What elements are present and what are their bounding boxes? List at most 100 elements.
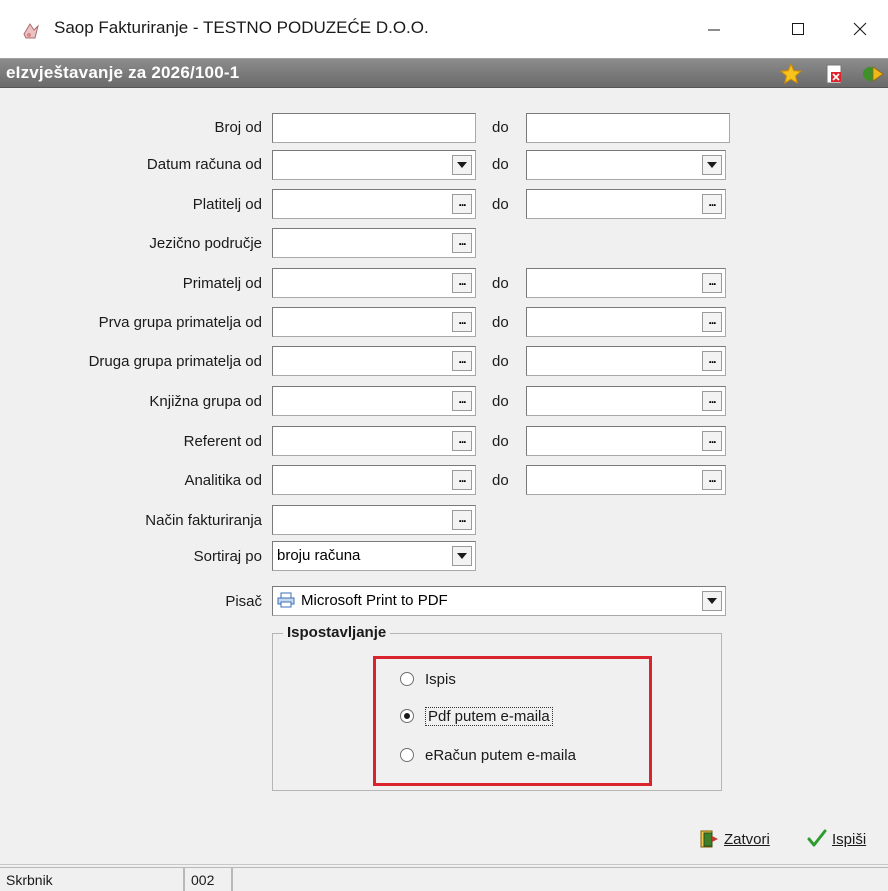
primatelj-do-browse-button[interactable]: ...	[702, 273, 722, 293]
prva-grupa-od-input[interactable]: ...	[272, 307, 476, 337]
chevron-down-icon	[707, 598, 717, 604]
exit-door-icon	[700, 830, 718, 848]
label-do: do	[492, 196, 509, 213]
label-do: do	[492, 156, 509, 173]
printer-icon	[277, 592, 295, 608]
label-knjizna-grupa-od: Knjižna grupa od	[149, 393, 262, 410]
label-analitika-od: Analitika od	[184, 472, 262, 489]
report-title: eIzvještavanje za 2026/100-1	[6, 63, 240, 82]
label-do: do	[492, 314, 509, 331]
chevron-down-icon	[457, 162, 467, 168]
label-sortiraj-po: Sortiraj po	[193, 548, 262, 565]
close-button[interactable]: Zatvori	[698, 827, 770, 851]
broj-od-input[interactable]	[272, 113, 476, 143]
jezicno-podrucje-input[interactable]: ...	[272, 228, 476, 258]
status-code: 002	[184, 867, 232, 891]
knjizna-grupa-do-input[interactable]: ...	[526, 386, 726, 416]
broj-do-input[interactable]	[526, 113, 730, 143]
radio-button[interactable]	[400, 748, 414, 762]
primatelj-od-browse-button[interactable]: ...	[452, 273, 472, 293]
star-icon[interactable]	[779, 62, 803, 86]
platitelj-od-browse-button[interactable]: ...	[452, 194, 472, 214]
run-icon[interactable]	[861, 62, 885, 86]
chevron-down-icon	[707, 162, 717, 168]
platitelj-do-input[interactable]: ...	[526, 189, 726, 219]
datum-od-dropdown-button[interactable]	[452, 155, 472, 175]
primatelj-od-input[interactable]: ...	[272, 268, 476, 298]
knjizna-grupa-od-browse-button[interactable]: ...	[452, 391, 472, 411]
referent-od-input[interactable]: ...	[272, 426, 476, 456]
label-nacin-fakturiranja: Način fakturiranja	[145, 512, 262, 529]
delete-report-icon[interactable]	[822, 62, 846, 86]
radio-pdf-email[interactable]: Pdf putem e-maila	[400, 706, 553, 726]
window-title: Saop Fakturiranje - TESTNO PODUZEĆE D.O.…	[54, 18, 429, 37]
knjizna-grupa-od-input[interactable]: ...	[272, 386, 476, 416]
druga-grupa-od-input[interactable]: ...	[272, 346, 476, 376]
label-platitelj-od: Platitelj od	[192, 196, 262, 213]
maximize-icon	[792, 23, 804, 35]
label-do: do	[492, 353, 509, 370]
knjizna-grupa-do-browse-button[interactable]: ...	[702, 391, 722, 411]
print-button[interactable]: Ispiši	[806, 827, 866, 851]
status-user: Skrbnik	[0, 867, 184, 891]
sortiraj-po-select[interactable]: broju računa	[272, 541, 476, 571]
radio-button[interactable]	[400, 672, 414, 686]
platitelj-do-browse-button[interactable]: ...	[702, 194, 722, 214]
druga-grupa-do-browse-button[interactable]: ...	[702, 351, 722, 371]
druga-grupa-do-input[interactable]: ...	[526, 346, 726, 376]
checkmark-icon	[807, 829, 827, 847]
print-button-label: Ispiši	[832, 830, 867, 848]
maximize-button[interactable]	[778, 12, 818, 46]
prva-grupa-od-browse-button[interactable]: ...	[452, 312, 472, 332]
datum-do-dropdown-button[interactable]	[702, 155, 722, 175]
radio-ispis[interactable]: Ispis	[400, 669, 456, 689]
label-do: do	[492, 275, 509, 292]
analitika-od-input[interactable]: ...	[272, 465, 476, 495]
status-message	[232, 867, 888, 891]
app-icon	[23, 23, 39, 39]
analitika-od-browse-button[interactable]: ...	[452, 470, 472, 490]
radio-eracun-email[interactable]: eRačun putem e-maila	[400, 745, 576, 765]
referent-do-input[interactable]: ...	[526, 426, 726, 456]
datum-do-select[interactable]	[526, 150, 726, 180]
label-referent-od: Referent od	[183, 433, 262, 450]
label-do: do	[492, 433, 509, 450]
radio-button-selected[interactable]	[400, 709, 414, 723]
minimize-button[interactable]	[694, 12, 734, 46]
primatelj-do-input[interactable]: ...	[526, 268, 726, 298]
label-druga-grupa-primatelja-od: Druga grupa primatelja od	[88, 353, 262, 370]
minimize-icon	[708, 29, 720, 31]
jezicno-podrucje-browse-button[interactable]: ...	[452, 233, 472, 253]
label-do: do	[492, 472, 509, 489]
nacin-fakturiranja-input[interactable]: ...	[272, 505, 476, 535]
close-button-label: Zatvori	[724, 830, 770, 848]
referent-od-browse-button[interactable]: ...	[452, 431, 472, 451]
nacin-fakturiranja-browse-button[interactable]: ...	[452, 510, 472, 530]
title-bar: Saop Fakturiranje - TESTNO PODUZEĆE D.O.…	[0, 0, 888, 58]
prva-grupa-do-browse-button[interactable]: ...	[702, 312, 722, 332]
report-header: eIzvještavanje za 2026/100-1	[0, 58, 888, 88]
datum-od-select[interactable]	[272, 150, 476, 180]
printer-select[interactable]: Microsoft Print to PDF	[272, 586, 726, 616]
status-bar: Skrbnik 002	[0, 864, 888, 891]
printer-value: Microsoft Print to PDF	[301, 592, 448, 609]
label-jezicno-podrucje: Jezično područje	[149, 235, 262, 252]
close-window-button[interactable]	[840, 12, 880, 46]
delivery-group-title: Ispostavljanje	[283, 624, 391, 641]
radio-pdf-email-label: Pdf putem e-maila	[425, 706, 553, 726]
close-icon	[853, 22, 867, 36]
platitelj-od-input[interactable]: ...	[272, 189, 476, 219]
label-pisac: Pisač	[225, 593, 262, 610]
printer-dropdown-button[interactable]	[702, 591, 722, 611]
analitika-do-browse-button[interactable]: ...	[702, 470, 722, 490]
druga-grupa-od-browse-button[interactable]: ...	[452, 351, 472, 371]
chevron-down-icon	[457, 553, 467, 559]
label-primatelj-od: Primatelj od	[182, 275, 262, 292]
sortiraj-po-dropdown-button[interactable]	[452, 546, 472, 566]
label-datum-racuna-od: Datum računa od	[146, 156, 262, 173]
analitika-do-input[interactable]: ...	[526, 465, 726, 495]
sortiraj-po-value: broju računa	[277, 547, 361, 564]
radio-eracun-email-label: eRačun putem e-maila	[425, 746, 576, 764]
referent-do-browse-button[interactable]: ...	[702, 431, 722, 451]
prva-grupa-do-input[interactable]: ...	[526, 307, 726, 337]
